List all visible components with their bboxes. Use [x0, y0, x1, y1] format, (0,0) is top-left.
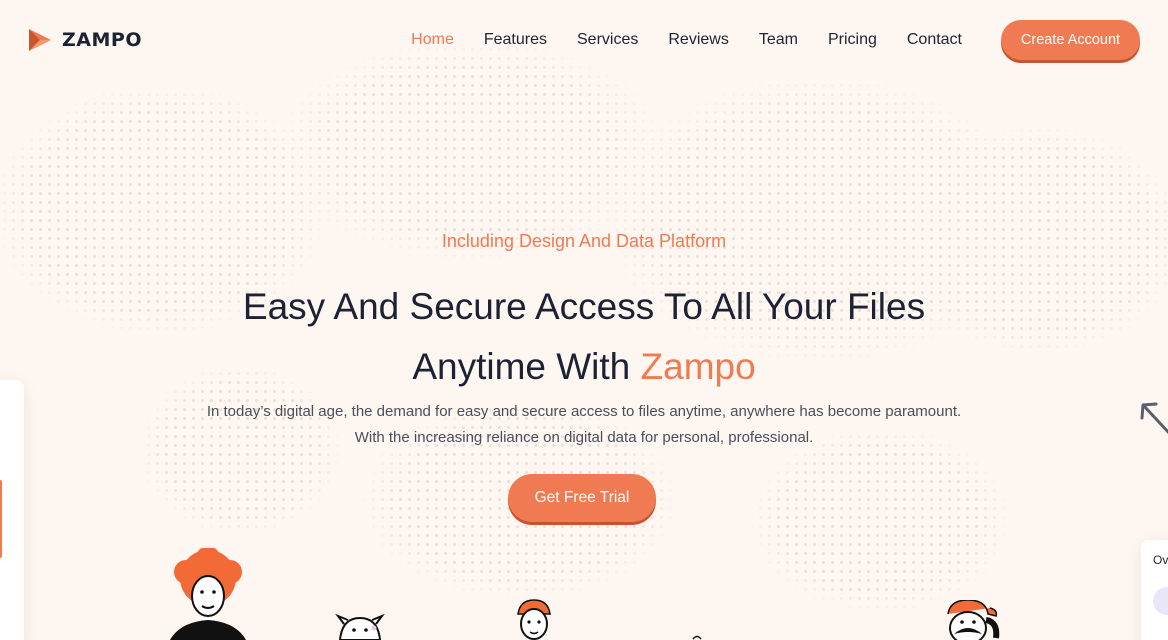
hero-eyebrow: Including Design And Data Platform: [441, 231, 727, 251]
nav-item-reviews[interactable]: Reviews: [668, 31, 728, 49]
person-cap-illustration: [517, 599, 551, 640]
person-mustache-illustration: [947, 600, 1000, 640]
arrow-up-left-icon: [1140, 402, 1168, 435]
right-card-avatar: [1153, 587, 1168, 615]
nav-item-pricing[interactable]: Pricing: [828, 31, 877, 49]
left-card-accent-bar: [0, 480, 2, 558]
right-overview-card: Ov: [1141, 540, 1168, 640]
small-mark-illustration: [692, 635, 702, 640]
person-curly-hair-illustration: [170, 548, 246, 640]
site-header: ZAMPO Home Features Services Reviews Tea…: [0, 0, 1168, 80]
play-logo-icon: [29, 29, 51, 51]
hero-headline: Easy And Secure Access To All Your Files…: [184, 277, 984, 397]
nav-item-contact[interactable]: Contact: [907, 31, 962, 49]
dog-illustration: [335, 613, 385, 640]
hero-headline-text: Easy And Secure Access To All Your Files…: [242, 286, 926, 387]
nav-item-team[interactable]: Team: [759, 31, 798, 49]
brand-name: ZAMPO: [62, 29, 142, 51]
brand-logo[interactable]: ZAMPO: [26, 26, 142, 54]
get-free-trial-button[interactable]: Get Free Trial: [508, 474, 656, 522]
left-stats-card: [0, 380, 24, 640]
nav-item-home[interactable]: Home: [411, 31, 454, 49]
main-nav: Home Features Services Reviews Team Pric…: [411, 31, 962, 49]
create-account-button[interactable]: Create Account: [1001, 20, 1140, 60]
hero-headline-accent: Zampo: [640, 346, 756, 387]
nav-item-services[interactable]: Services: [577, 31, 638, 49]
hero-subtext: In today’s digital age, the demand for e…: [206, 403, 962, 446]
nav-item-features[interactable]: Features: [484, 31, 547, 49]
right-card-label: Ov: [1153, 553, 1168, 567]
